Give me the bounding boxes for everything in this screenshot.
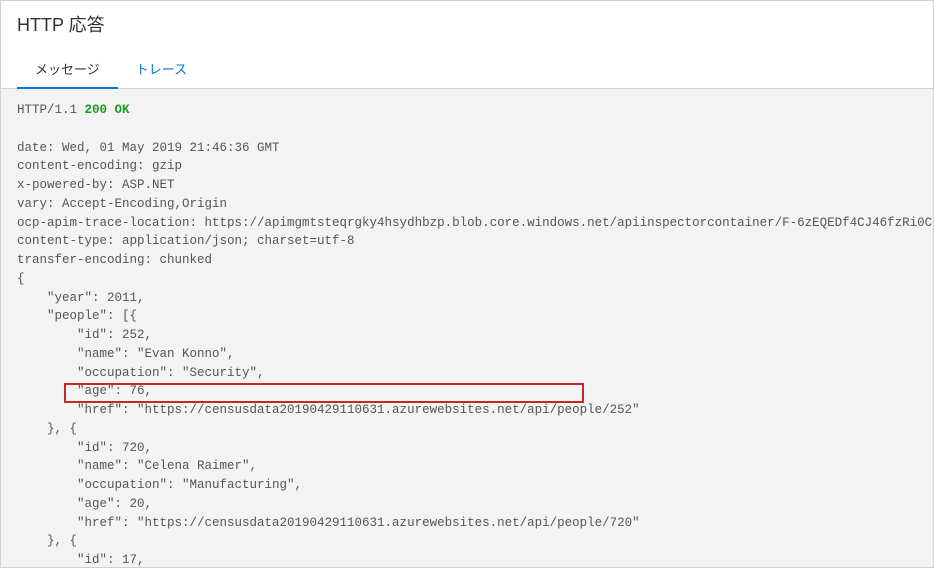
http-protocol: HTTP/1.1	[17, 103, 77, 117]
body-line: }, {	[17, 534, 77, 548]
http-status: 200 OK	[85, 103, 130, 117]
body-line: "age": 20,	[17, 497, 152, 511]
body-line: {	[17, 272, 25, 286]
body-line: "id": 17,	[17, 553, 145, 567]
tab-message[interactable]: メッセージ	[17, 49, 118, 88]
body-line: "id": 720,	[17, 441, 152, 455]
http-response-panel: HTTP 応答 メッセージ トレース HTTP/1.1 200 OK date:…	[0, 0, 934, 568]
body-line: }, {	[17, 422, 77, 436]
body-line: "name": "Celena Raimer",	[17, 459, 257, 473]
header-transfer-encoding: transfer-encoding: chunked	[17, 253, 212, 267]
body-line: "year": 2011,	[17, 291, 145, 305]
response-body: HTTP/1.1 200 OK date: Wed, 01 May 2019 2…	[1, 89, 933, 568]
header-x-powered-by: x-powered-by: ASP.NET	[17, 178, 175, 192]
body-line: "age": 76,	[17, 384, 152, 398]
tab-trace[interactable]: トレース	[118, 49, 205, 88]
body-line: "href": "https://censusdata2019042911063…	[17, 516, 640, 530]
header-content-type: content-type: application/json; charset=…	[17, 234, 355, 248]
body-line: "people": [{	[17, 309, 137, 323]
header-vary: vary: Accept-Encoding,Origin	[17, 197, 227, 211]
body-line: "href": "https://censusdata2019042911063…	[17, 403, 640, 417]
header-trace-location: ocp-apim-trace-location: https://apimgmt…	[17, 216, 933, 230]
tabs: メッセージ トレース	[1, 49, 933, 89]
body-line: "occupation": "Security",	[17, 366, 265, 380]
header-date: date: Wed, 01 May 2019 21:46:36 GMT	[17, 141, 280, 155]
body-line: "occupation": "Manufacturing",	[17, 478, 302, 492]
body-line: "id": 252,	[17, 328, 152, 342]
panel-title: HTTP 応答	[1, 1, 933, 41]
header-content-encoding: content-encoding: gzip	[17, 159, 182, 173]
body-line: "name": "Evan Konno",	[17, 347, 235, 361]
